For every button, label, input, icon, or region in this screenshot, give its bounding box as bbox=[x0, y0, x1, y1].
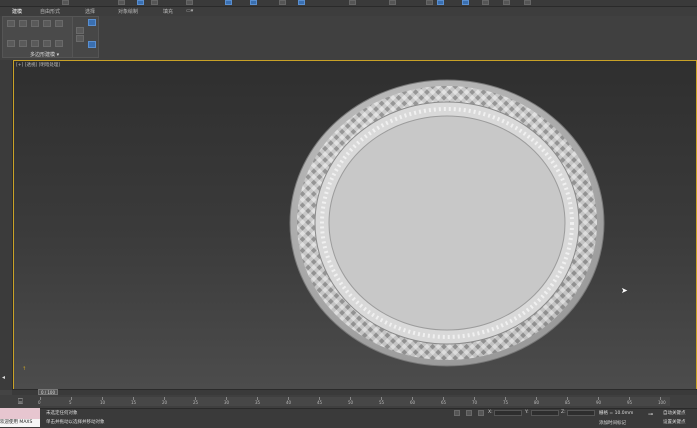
ribbon-options-icon[interactable]: ▭▾ bbox=[186, 8, 193, 14]
ribbon-button[interactable] bbox=[7, 20, 15, 27]
lock-icon[interactable] bbox=[466, 410, 472, 416]
prompt-status: 单击并拖动以选择并移动对象 bbox=[46, 420, 105, 425]
render-setup-icon[interactable] bbox=[503, 0, 510, 5]
timeline-tick-label: 30 bbox=[224, 400, 230, 405]
toolbar-icon[interactable] bbox=[186, 0, 193, 5]
center-plate bbox=[328, 115, 566, 331]
ribbon-button[interactable] bbox=[31, 20, 39, 27]
ribbon-group-label[interactable]: 多边形建模 ▾ bbox=[30, 51, 59, 58]
timeline-tick-label: 20 bbox=[162, 400, 168, 405]
timeline-tick-label: 5 bbox=[69, 400, 72, 405]
y-label: Y: bbox=[525, 410, 529, 415]
key-icon[interactable]: ⊸ bbox=[648, 411, 653, 418]
timeline-ruler[interactable]: 0 5 10 15 20 25 30 35 40 45 50 55 60 65 70 75 80 85 90 95 10… bbox=[38, 397, 670, 406]
snap-icon[interactable] bbox=[298, 0, 305, 5]
timeline-tick-label: 45 bbox=[317, 400, 323, 405]
tab-modeling[interactable]: 建模 bbox=[12, 8, 22, 15]
x-coordinate-field[interactable] bbox=[494, 410, 522, 416]
ribbon-button[interactable] bbox=[31, 40, 39, 47]
set-key-button[interactable]: 设置关键点 bbox=[663, 419, 686, 425]
ribbon-button[interactable] bbox=[19, 40, 27, 47]
ribbon-button[interactable] bbox=[76, 27, 84, 34]
tab-freeform[interactable]: 自由形式 bbox=[40, 8, 60, 15]
toolbar-icon[interactable] bbox=[389, 0, 396, 5]
mouse-cursor-icon: ➤ bbox=[621, 286, 628, 295]
timeline-tick-label: 15 bbox=[131, 400, 137, 405]
grid-size: 栅格 = 10.0mm bbox=[599, 411, 634, 416]
x-label: X: bbox=[488, 410, 493, 415]
ribbon-button[interactable] bbox=[43, 40, 51, 47]
auto-key-button[interactable]: 自动关键点 bbox=[663, 410, 686, 416]
main-toolbar bbox=[0, 0, 697, 7]
add-time-tag[interactable]: 添加时间标记 bbox=[599, 420, 626, 426]
viewport-label[interactable]: [+] [透视] [明暗处理] bbox=[16, 62, 60, 68]
timeline-tick-label: 90 bbox=[596, 400, 602, 405]
ribbon-button[interactable] bbox=[76, 35, 84, 42]
ribbon-tab-bar: 建模 自由形式 选择 对象绘制 填充 ▭▾ bbox=[0, 7, 697, 16]
ribbon-button[interactable] bbox=[55, 20, 63, 27]
ornamental-frame-model bbox=[289, 79, 605, 367]
welcome-text: 欢迎使用 MAXS bbox=[0, 419, 40, 427]
material-editor-icon[interactable] bbox=[482, 0, 489, 5]
toolbar-icon[interactable] bbox=[426, 0, 433, 5]
timeline-tick-label: 65 bbox=[441, 400, 447, 405]
y-coordinate-field[interactable] bbox=[531, 410, 559, 416]
timeline-tick-label: 25 bbox=[193, 400, 199, 405]
lock-selection-icon[interactable] bbox=[454, 410, 460, 416]
selection-status: 未选定任何对象 bbox=[46, 411, 78, 416]
timeline-tick-label: 10 bbox=[100, 400, 106, 405]
ribbon-button[interactable] bbox=[7, 40, 15, 47]
perspective-viewport[interactable] bbox=[13, 60, 697, 390]
timeline-tick-label: 35 bbox=[255, 400, 261, 405]
timeline-tick-label: 40 bbox=[286, 400, 292, 405]
timeline-tick-label: 70 bbox=[472, 400, 478, 405]
render-icon[interactable] bbox=[524, 0, 531, 5]
toolbar-icon[interactable] bbox=[349, 0, 356, 5]
timeline-tick-label: 85 bbox=[565, 400, 571, 405]
tab-object-paint[interactable]: 对象绘制 bbox=[118, 8, 138, 15]
listener-panel[interactable] bbox=[0, 408, 40, 419]
timeline-tick-label: 95 bbox=[627, 400, 633, 405]
collapse-arrow-icon[interactable]: ◂ bbox=[2, 374, 5, 381]
timeline-tick-label: 50 bbox=[348, 400, 354, 405]
select-circle-icon[interactable] bbox=[151, 0, 158, 5]
axis-gizmo-icon: ↑ bbox=[22, 366, 27, 372]
timeline-tick-label: 55 bbox=[379, 400, 385, 405]
ribbon-button[interactable] bbox=[43, 20, 51, 27]
timeline-tick-label: 80 bbox=[534, 400, 540, 405]
timeline-tick-label: 75 bbox=[503, 400, 509, 405]
ribbon-panel bbox=[0, 16, 697, 61]
ribbon-button[interactable] bbox=[88, 19, 96, 26]
z-label: Z: bbox=[561, 410, 566, 415]
left-strip bbox=[0, 60, 13, 390]
layer-icon[interactable] bbox=[437, 0, 444, 5]
rotate-icon[interactable] bbox=[250, 0, 257, 5]
timeline-tick-label: 100 bbox=[658, 400, 666, 405]
ribbon-button[interactable] bbox=[88, 41, 96, 48]
tab-populate[interactable]: 填充 bbox=[163, 8, 173, 15]
ribbon-button[interactable] bbox=[19, 20, 27, 27]
absolute-mode-icon[interactable] bbox=[478, 410, 484, 416]
move-icon[interactable] bbox=[225, 0, 232, 5]
ribbon-button[interactable] bbox=[55, 40, 63, 47]
z-coordinate-field[interactable] bbox=[567, 410, 595, 416]
toolbar-icon[interactable] bbox=[279, 0, 286, 5]
toolbar-icon[interactable] bbox=[62, 0, 69, 5]
tab-selection[interactable]: 选择 bbox=[85, 8, 95, 15]
schematic-icon[interactable] bbox=[462, 0, 469, 5]
toolbar-icon[interactable] bbox=[118, 0, 125, 5]
timeline-tick-label: 60 bbox=[410, 400, 416, 405]
timeline-icon[interactable]: ⌸ bbox=[18, 397, 23, 407]
timeline-tick-label: 0 bbox=[38, 400, 41, 405]
ribbon-side-group bbox=[72, 16, 99, 58]
select-object-icon[interactable] bbox=[137, 0, 144, 5]
